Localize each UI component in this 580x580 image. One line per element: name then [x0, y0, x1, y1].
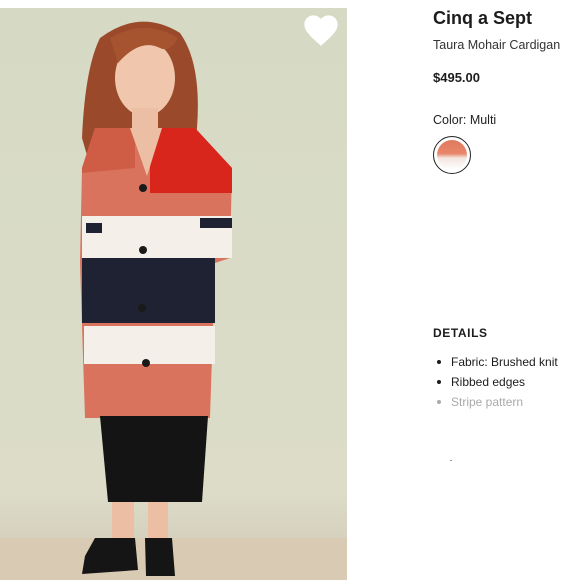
details-heading: DETAILS: [433, 326, 488, 340]
color-label: Color: Multi: [433, 113, 497, 127]
detail-item: Ribbed edges: [433, 372, 558, 392]
details-list: Fabric: Brushed knit Ribbed edges Stripe…: [433, 352, 558, 412]
favorite-heart-icon[interactable]: [302, 12, 340, 48]
product-price: $495.00: [433, 70, 480, 85]
product-name: Taura Mohair Cardigan: [433, 38, 561, 52]
color-swatch-multi[interactable]: [433, 136, 471, 174]
swatch-fill: [437, 140, 467, 170]
divider-mark: [450, 460, 452, 461]
product-brand[interactable]: Cinq a Sept: [433, 8, 532, 29]
product-photo[interactable]: [0, 8, 347, 580]
model-illustration: [0, 8, 347, 580]
detail-item: Stripe pattern: [433, 392, 558, 412]
detail-item: Fabric: Brushed knit: [433, 352, 558, 372]
